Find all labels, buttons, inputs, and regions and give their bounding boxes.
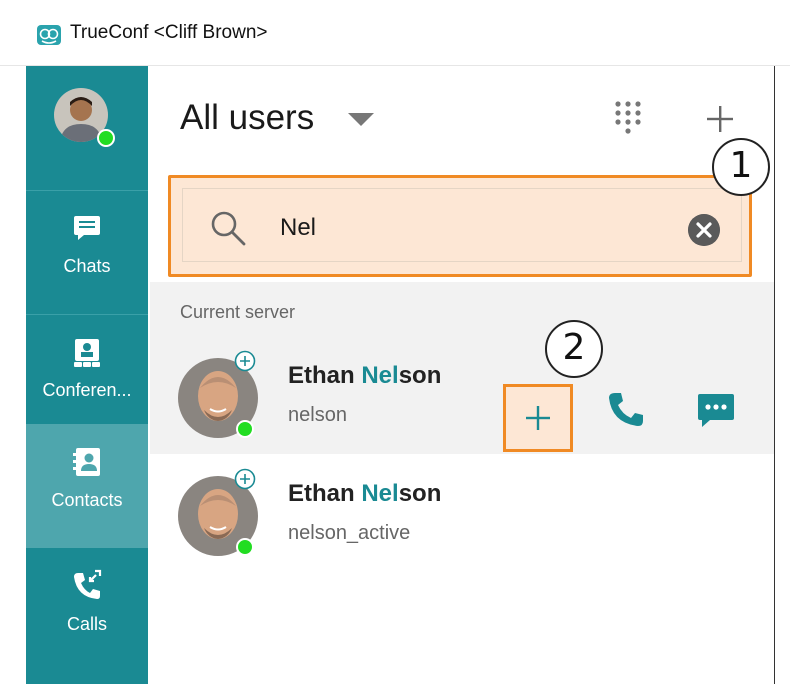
search-input[interactable]	[280, 210, 660, 246]
name-text: son	[398, 480, 442, 507]
contact-row[interactable]: Ethan Nelson nelson_active	[150, 454, 774, 572]
presence-indicator	[236, 420, 254, 438]
sidebar-item-calls[interactable]: Calls	[26, 548, 148, 672]
phone-icon[interactable]	[604, 388, 648, 432]
section-header: Current server	[150, 282, 774, 336]
contact-name: Ethan Nelson	[288, 480, 441, 508]
sidebar-item-label: Contacts	[51, 490, 123, 510]
contact-login: nelson	[288, 404, 347, 426]
plus-icon	[526, 406, 550, 430]
contact-row[interactable]: Ethan Nelson nelson	[150, 336, 774, 454]
sidebar-item-conferences[interactable]: Conferen...	[26, 314, 148, 438]
contact-name: Ethan Nelson	[288, 362, 441, 390]
contact-login: nelson_active	[288, 522, 411, 544]
message-icon[interactable]	[694, 388, 738, 432]
my-presence-indicator	[97, 129, 115, 147]
sidebar-item-label: Calls	[66, 614, 107, 634]
list-title[interactable]: All users	[180, 98, 314, 138]
contacts-icon	[73, 448, 100, 476]
name-text: Ethan	[288, 480, 362, 507]
annotation-badge-1: 1	[712, 138, 770, 196]
dialpad-icon[interactable]	[610, 98, 646, 138]
window-border	[774, 66, 775, 684]
add-icon[interactable]	[702, 100, 738, 136]
clear-search-icon[interactable]	[688, 214, 720, 246]
conference-icon	[74, 339, 100, 367]
add-contact-button[interactable]	[503, 384, 573, 452]
name-match-highlight: Nel	[361, 362, 399, 389]
name-match-highlight: Nel	[361, 480, 399, 507]
add-circle-icon	[234, 350, 256, 372]
search-icon	[211, 211, 246, 246]
chevron-down-icon[interactable]	[348, 113, 374, 126]
sidebar-item-label: Conferen...	[42, 380, 132, 400]
name-text: son	[398, 362, 442, 389]
chat-bubble-icon	[74, 216, 100, 240]
name-text: Ethan	[288, 362, 362, 389]
sidebar-item-contacts[interactable]: Contacts	[26, 424, 148, 548]
annotation-badge-2: 2	[545, 320, 603, 378]
sidebar-item-chats[interactable]: Chats	[26, 190, 148, 314]
presence-indicator	[236, 538, 254, 556]
calls-icon	[74, 569, 102, 599]
window-title: TrueConf <Cliff Brown>	[70, 22, 268, 43]
sidebar-item-label: Chats	[63, 256, 111, 276]
add-circle-icon	[234, 468, 256, 490]
sidebar: Chats Conferen... Contacts Calls	[26, 66, 148, 684]
section-label: Current server	[180, 302, 296, 322]
title-bar: TrueConf <Cliff Brown>	[0, 0, 790, 66]
trueconf-logo-icon	[37, 25, 61, 45]
